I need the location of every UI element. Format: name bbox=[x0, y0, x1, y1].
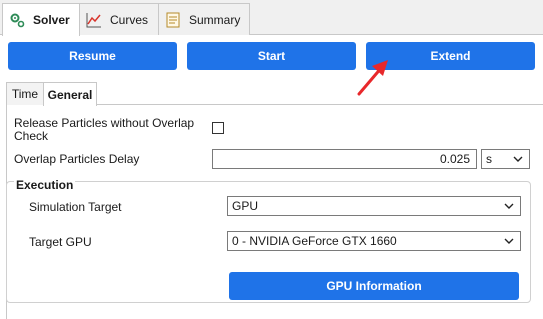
document-icon bbox=[165, 12, 181, 28]
tab-summary[interactable]: Summary bbox=[158, 3, 250, 35]
annotation-arrow-icon bbox=[357, 60, 388, 96]
tab-solver[interactable]: Solver bbox=[2, 3, 80, 36]
release-particles-checkbox[interactable] bbox=[212, 122, 224, 134]
tab-curves-label: Curves bbox=[110, 12, 149, 27]
line-chart-icon bbox=[86, 12, 102, 28]
top-tab-bar: Solver Curves Summary bbox=[0, 0, 543, 36]
overlap-delay-label: Overlap Particles Delay bbox=[14, 152, 140, 166]
chevron-down-icon bbox=[504, 238, 514, 244]
resume-button[interactable]: Resume bbox=[8, 42, 177, 70]
sub-tab-bar: Time General bbox=[6, 82, 543, 106]
target-gpu-select[interactable]: 0 - NVIDIA GeForce GTX 1660 bbox=[227, 231, 521, 251]
execution-title: Execution bbox=[14, 178, 76, 192]
target-gpu-label: Target GPU bbox=[29, 235, 92, 249]
tab-time[interactable]: Time bbox=[6, 82, 44, 105]
delay-unit-select[interactable]: s bbox=[481, 149, 530, 169]
tab-solver-label: Solver bbox=[33, 13, 70, 27]
simulation-target-value: GPU bbox=[232, 199, 259, 213]
solver-panel: Resume Start Extend Time General Release… bbox=[0, 35, 543, 319]
gpu-information-button[interactable]: GPU Information bbox=[229, 272, 519, 300]
start-button[interactable]: Start bbox=[187, 42, 356, 70]
target-gpu-value: 0 - NVIDIA GeForce GTX 1660 bbox=[232, 234, 397, 248]
gears-icon bbox=[9, 12, 25, 28]
chevron-down-icon bbox=[504, 203, 514, 209]
simulation-target-select[interactable]: GPU bbox=[227, 196, 521, 216]
chevron-down-icon bbox=[513, 156, 523, 162]
release-particles-label: Release Particles without Overlap bbox=[14, 116, 195, 130]
simulation-target-label: Simulation Target bbox=[29, 200, 122, 214]
overlap-delay-input[interactable]: 0.025 bbox=[212, 149, 477, 169]
release-particles-label-line2: Check bbox=[14, 129, 49, 143]
delay-unit-value: s bbox=[486, 152, 492, 166]
tab-general[interactable]: General bbox=[43, 82, 97, 106]
tab-curves[interactable]: Curves bbox=[79, 3, 159, 35]
tab-summary-label: Summary bbox=[189, 12, 241, 27]
